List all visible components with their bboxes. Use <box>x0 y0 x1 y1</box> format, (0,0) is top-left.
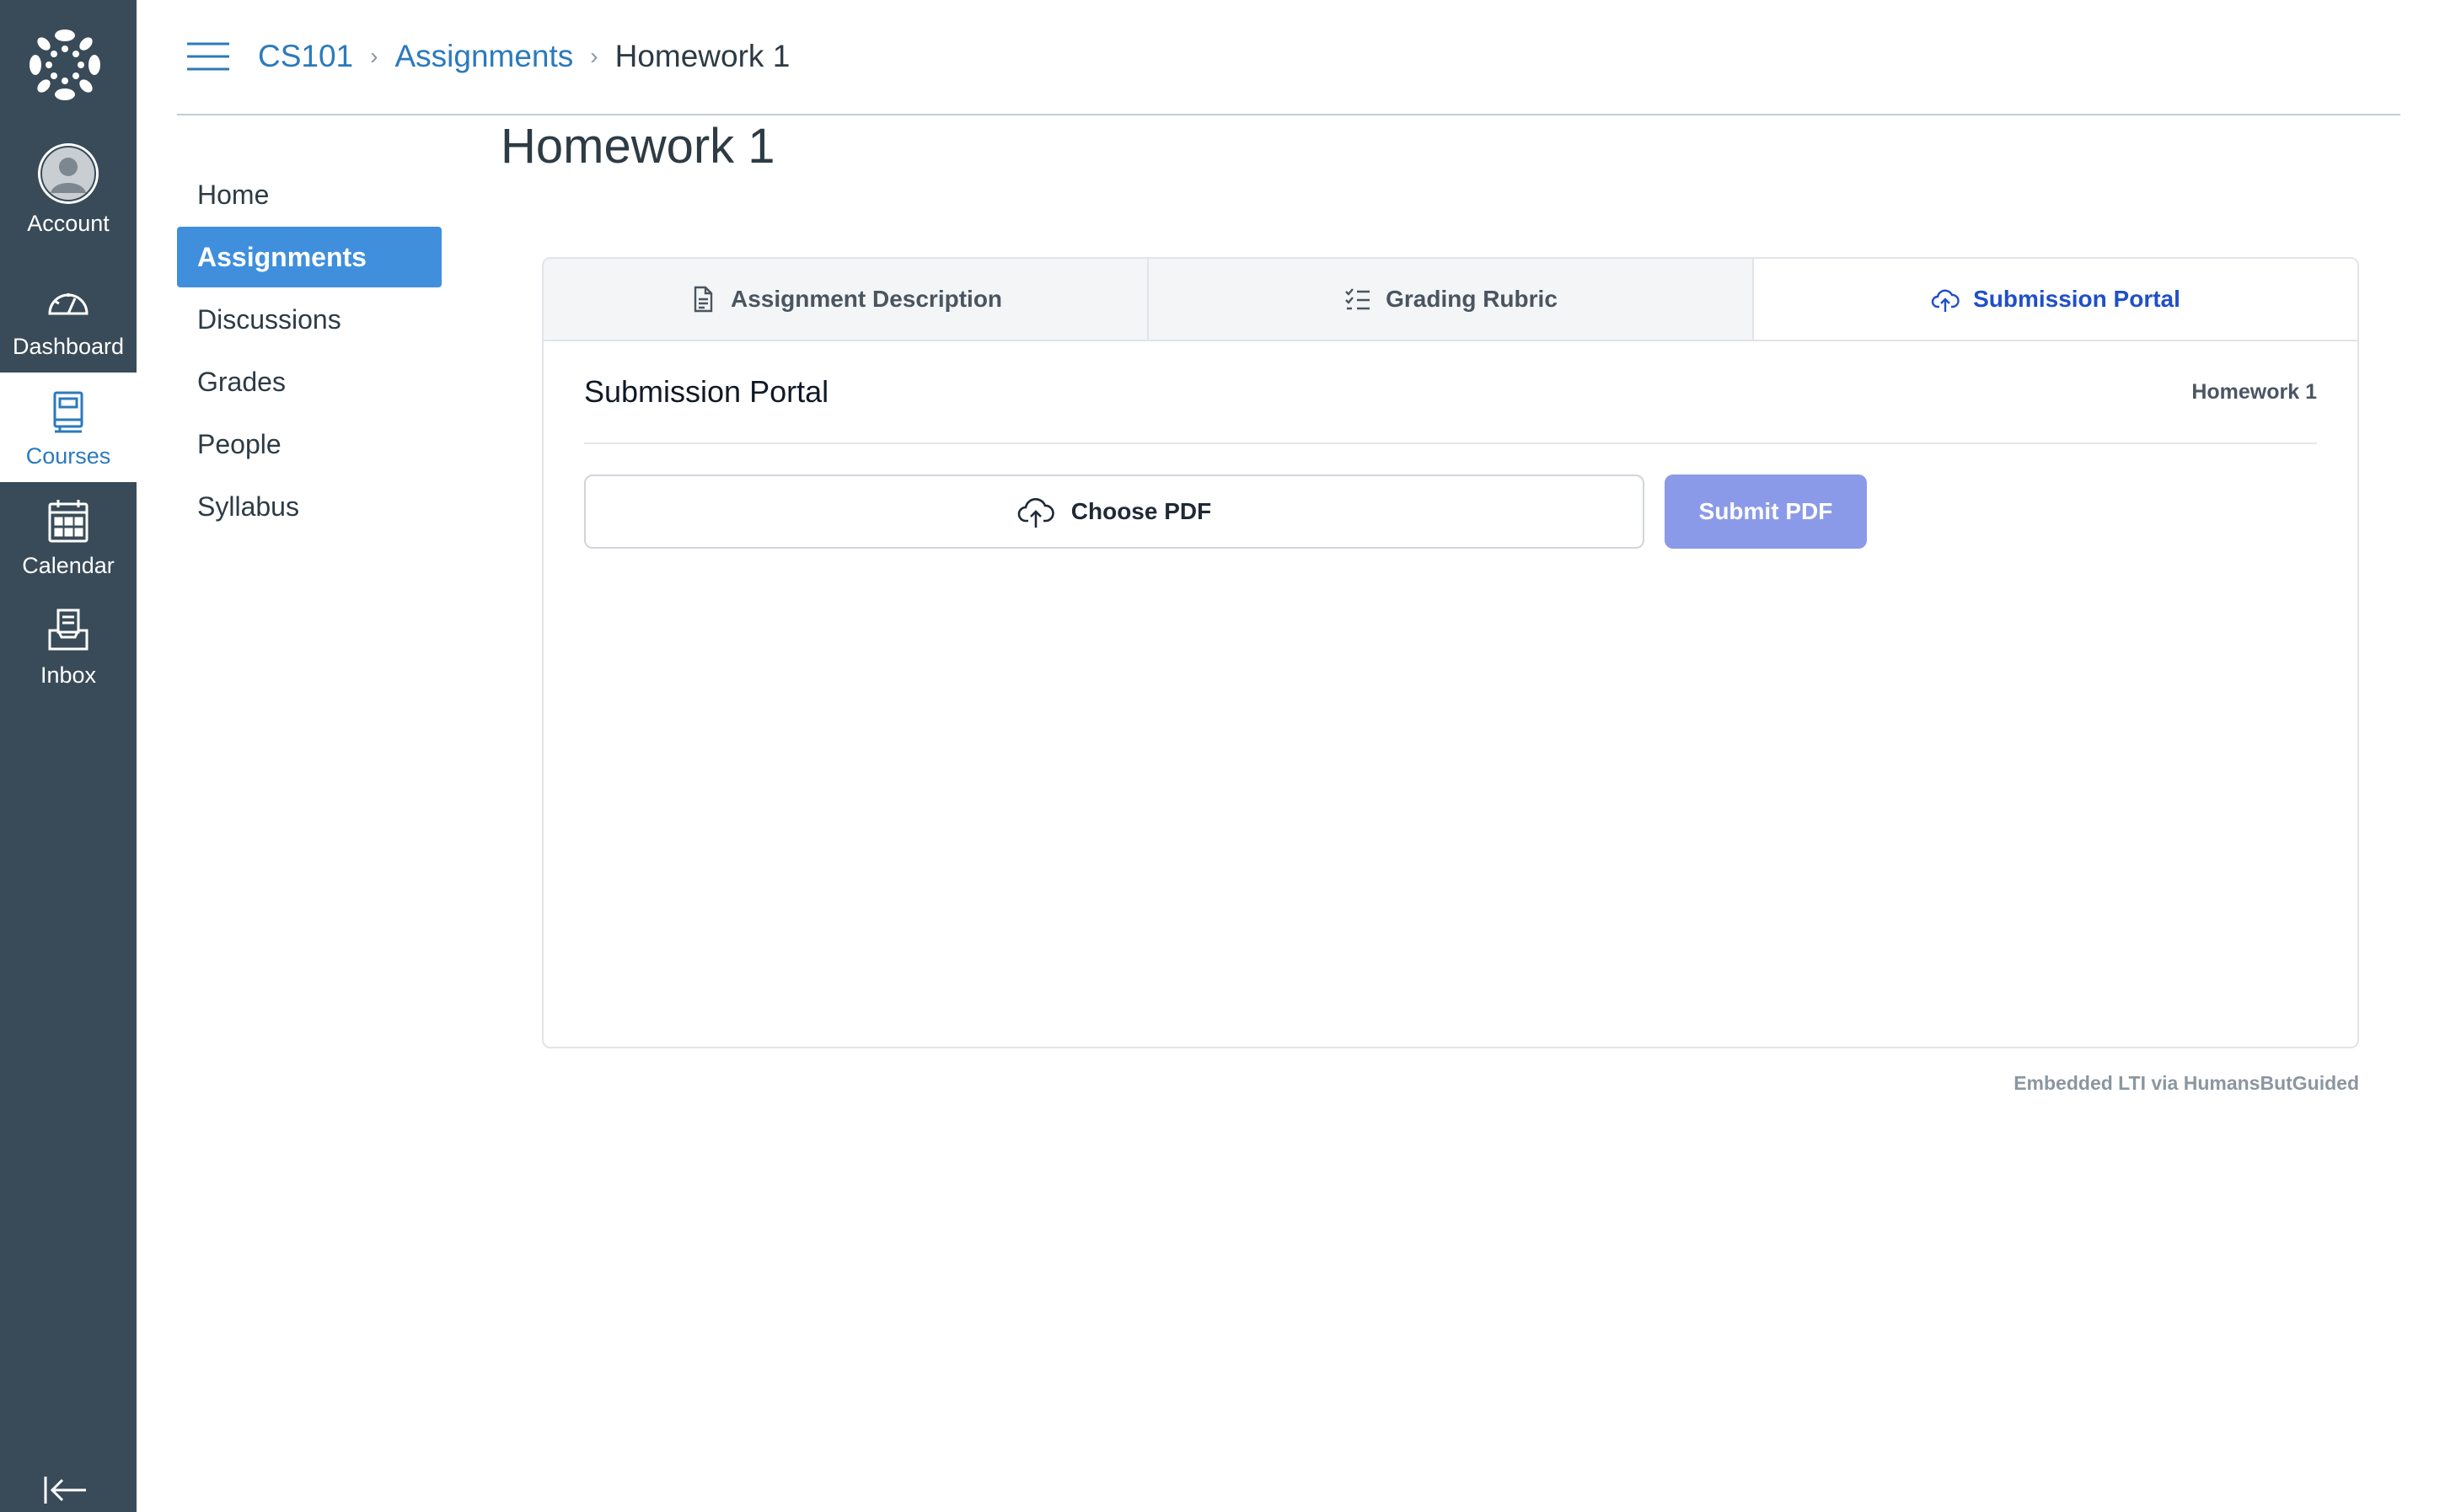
cloud-upload-icon <box>1017 497 1054 528</box>
tab-assignment-description[interactable]: Assignment Description <box>544 259 1149 340</box>
inbox-icon <box>48 609 88 650</box>
breadcrumb-chevron-icon: › <box>370 43 378 69</box>
avatar-icon <box>38 142 99 204</box>
document-icon <box>694 286 713 313</box>
global-nav-calendar[interactable]: Calendar <box>0 482 137 592</box>
global-nav-label: Courses <box>25 442 111 469</box>
submission-actions: Choose PDF Submit PDF <box>584 475 2317 549</box>
dashboard-icon <box>48 292 88 314</box>
calendar-icon <box>48 499 88 542</box>
tab-submission-portal[interactable]: Submission Portal <box>1754 259 2357 340</box>
course-nav-syllabus[interactable]: Syllabus <box>177 476 442 537</box>
cloud-upload-icon <box>1931 289 1960 312</box>
submit-pdf-button[interactable]: Submit PDF <box>1665 475 1867 549</box>
global-nav-label: Account <box>27 210 110 236</box>
global-nav-label: Dashboard <box>12 333 125 359</box>
global-nav-dashboard[interactable]: Dashboard <box>0 263 137 373</box>
courses-icon <box>53 391 83 432</box>
global-nav-inbox[interactable]: Inbox <box>0 592 137 701</box>
breadcrumb-current: Homework 1 <box>614 39 791 73</box>
page-title: Homework 1 <box>501 119 775 174</box>
course-nav-people[interactable]: People <box>177 414 442 475</box>
header-divider <box>177 114 2400 115</box>
panel-assignment-name: Homework 1 <box>2191 379 2317 404</box>
tab-label: Grading Rubric <box>1386 286 1558 312</box>
tab-label: Submission Portal <box>1973 286 2180 312</box>
lti-tabs: Assignment Description Grading Rubric Su… <box>544 259 2357 341</box>
course-nav: Home Assignments Discussions Grades Peop… <box>177 164 442 539</box>
course-nav-home[interactable]: Home <box>177 164 442 225</box>
choose-pdf-button[interactable]: Choose PDF <box>584 475 1644 549</box>
hamburger-menu-icon[interactable] <box>187 42 229 71</box>
canvas-logo-icon[interactable] <box>29 29 101 101</box>
course-nav-discussions[interactable]: Discussions <box>177 289 442 350</box>
breadcrumb-course[interactable]: CS101 <box>258 39 353 74</box>
course-nav-grades[interactable]: Grades <box>177 351 442 412</box>
lti-frame: Assignment Description Grading Rubric Su… <box>542 257 2359 1048</box>
panel-header: Submission Portal Homework 1 <box>584 341 2317 444</box>
global-nav-label: Calendar <box>22 552 115 578</box>
choose-pdf-label: Choose PDF <box>1070 498 1212 524</box>
submission-panel: Submission Portal Homework 1 Choose PDF … <box>544 341 2357 549</box>
course-nav-assignments[interactable]: Assignments <box>177 227 442 287</box>
breadcrumb-assignments[interactable]: Assignments <box>394 39 573 74</box>
global-nav-account[interactable]: Account <box>0 135 137 244</box>
panel-title: Submission Portal <box>584 374 829 409</box>
breadcrumb: CS101 › Assignments › Homework 1 <box>258 34 790 79</box>
checklist-icon <box>1345 288 1370 310</box>
global-nav-courses[interactable]: Courses <box>0 373 137 482</box>
tab-grading-rubric[interactable]: Grading Rubric <box>1149 259 1754 340</box>
lti-footer: Embedded LTI via HumansButGuided <box>2014 1072 2359 1094</box>
global-nav-label: Inbox <box>40 662 97 688</box>
collapse-nav-icon[interactable] <box>40 1473 91 1507</box>
global-nav: Account Dashboard Courses Calendar Inbox <box>0 0 137 1512</box>
breadcrumb-chevron-icon: › <box>590 43 598 69</box>
tab-label: Assignment Description <box>730 286 1003 312</box>
